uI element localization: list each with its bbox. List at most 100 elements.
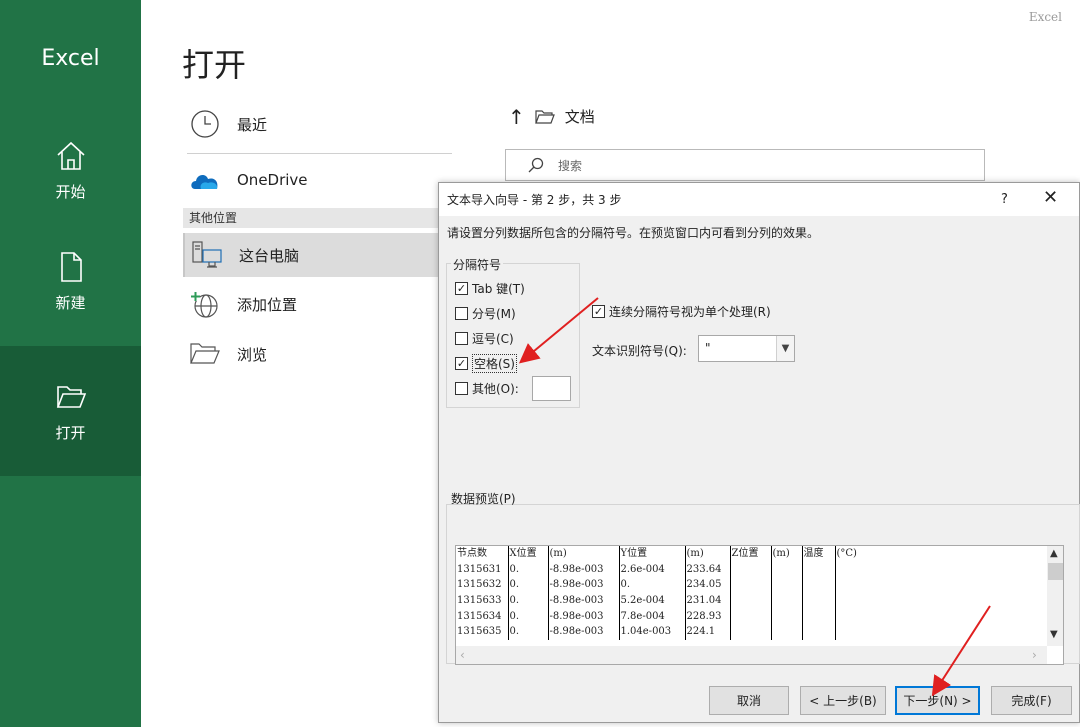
- folder-name[interactable]: 文档: [565, 106, 595, 127]
- place-add[interactable]: 添加位置: [183, 282, 449, 326]
- text-qualifier-select[interactable]: " ▼: [698, 335, 795, 362]
- preview-cell: 233.64: [684, 561, 730, 578]
- finish-button[interactable]: 完成(F): [991, 686, 1072, 715]
- preview-cell: 0.: [507, 624, 548, 641]
- nav-open[interactable]: 打开: [0, 346, 141, 476]
- preview-cell: [801, 608, 835, 625]
- comma-label: 逗号(C): [472, 332, 514, 346]
- preview-table: 节点数 X位置 (m) Y位置 (m) Z位置 (m) 温度 (°C) 1315631 0. -8.9…: [456, 546, 1063, 641]
- places-divider: [187, 153, 452, 154]
- preview-cell: [834, 608, 1063, 625]
- dialog-titlebar: 文本导入向导 - 第 2 步，共 3 步: [439, 183, 1079, 216]
- preview-cell: [770, 577, 802, 594]
- preview-cell: [834, 593, 1063, 609]
- preview-cell: 224.1: [684, 624, 730, 641]
- preview-cell: [801, 577, 835, 594]
- other-delimiter-option[interactable]: 其他(O):: [455, 380, 519, 397]
- preview-cell: [729, 624, 771, 641]
- clock-icon: [183, 109, 227, 139]
- preview-cell: [729, 608, 771, 625]
- preview-cell: [801, 624, 835, 641]
- preview-cell: (m): [684, 546, 730, 562]
- nav-new[interactable]: 新建: [0, 216, 141, 346]
- other-checkbox[interactable]: [455, 382, 468, 395]
- comma-delimiter-option[interactable]: 逗号(C): [455, 330, 514, 347]
- preview-cell: 5.2e-004: [618, 593, 685, 609]
- preview-cell: -8.98e-003: [547, 593, 619, 609]
- preview-cell: -8.98e-003: [547, 608, 619, 625]
- open-folder-icon: [56, 385, 86, 408]
- preview-cell: X位置: [507, 546, 548, 562]
- preview-cell: 0.: [618, 577, 685, 594]
- preview-cell: 温度: [801, 546, 835, 562]
- place-browse-label: 浏览: [237, 345, 268, 364]
- consecutive-checkbox[interactable]: ✓: [592, 305, 605, 318]
- space-checkbox[interactable]: ✓: [455, 357, 468, 370]
- nav-open-label: 打开: [55, 423, 86, 442]
- horizontal-scrollbar[interactable]: ‹ ›: [456, 646, 1047, 664]
- preview-row: 1315635 0. -8.98e-003 1.04e-003 224.1: [456, 624, 1063, 641]
- consecutive-delimiters-option[interactable]: ✓ 连续分隔符号视为单个处理(R): [592, 303, 771, 320]
- folder-icon: [534, 109, 555, 124]
- preview-cell: 0.: [507, 561, 548, 578]
- preview-cell: 0.: [507, 608, 548, 625]
- add-place-globe-icon: [183, 289, 227, 319]
- close-button[interactable]: ✕: [1043, 189, 1058, 207]
- vertical-scrollbar[interactable]: ▲ ▼: [1047, 546, 1063, 646]
- preview-cell: [834, 577, 1063, 594]
- search-placeholder: 搜索: [558, 158, 583, 173]
- tab-checkbox[interactable]: ✓: [455, 282, 468, 295]
- text-qualifier-label: 文本识别符号(Q):: [592, 344, 687, 358]
- chevron-down-icon[interactable]: ▼: [776, 336, 794, 361]
- folder-path-bar: ↑ 文档: [508, 106, 595, 127]
- data-preview[interactable]: 节点数 X位置 (m) Y位置 (m) Z位置 (m) 温度 (°C) 1315631 0. -8.9…: [455, 545, 1064, 665]
- preview-cell: -8.98e-003: [547, 577, 619, 594]
- scroll-thumb[interactable]: [1048, 563, 1063, 580]
- back-button[interactable]: < 上一步(B): [800, 686, 886, 715]
- other-delimiter-input[interactable]: [532, 376, 571, 401]
- app-brand: Excel: [41, 46, 100, 71]
- left-sidebar: Excel 开始 新建 打开: [0, 0, 141, 727]
- delimiters-legend: 分隔符号: [451, 256, 504, 273]
- preview-cell: 234.05: [684, 577, 730, 594]
- preview-cell: [770, 608, 802, 625]
- place-recent-label: 最近: [237, 115, 268, 134]
- search-input[interactable]: 搜索: [505, 149, 985, 181]
- cancel-button[interactable]: 取消: [709, 686, 789, 715]
- consecutive-label: 连续分隔符号视为单个处理(R): [609, 305, 771, 319]
- preview-cell: 1315633: [457, 595, 502, 607]
- search-icon: [528, 157, 544, 173]
- preview-cell: (m): [547, 546, 619, 562]
- help-button[interactable]: ?: [1001, 192, 1008, 207]
- place-this-pc[interactable]: 这台电脑: [183, 233, 449, 277]
- tab-delimiter-option[interactable]: ✓ Tab 键(T): [455, 280, 525, 297]
- next-button[interactable]: 下一步(N) >: [895, 686, 980, 715]
- comma-checkbox[interactable]: [455, 332, 468, 345]
- browse-folder-icon: [183, 341, 227, 367]
- place-add-label: 添加位置: [237, 295, 298, 314]
- space-delimiter-option[interactable]: ✓ 空格(S): [455, 354, 517, 373]
- preview-cell: (m): [770, 546, 802, 562]
- scroll-right-icon[interactable]: ›: [1032, 648, 1037, 662]
- preview-cell: Y位置: [618, 546, 685, 562]
- preview-cell: 1315635: [457, 626, 502, 638]
- scroll-up-icon[interactable]: ▲: [1050, 548, 1058, 559]
- preview-cell: [729, 577, 771, 594]
- scroll-left-icon[interactable]: ‹: [460, 648, 465, 662]
- place-recent[interactable]: 最近: [183, 102, 449, 146]
- up-arrow-icon[interactable]: ↑: [508, 107, 525, 127]
- place-onedrive[interactable]: OneDrive: [183, 158, 449, 202]
- preview-cell: [729, 593, 771, 609]
- preview-cell: (°C): [834, 546, 1063, 562]
- onedrive-cloud-icon: [183, 169, 227, 191]
- semicolon-delimiter-option[interactable]: 分号(M): [455, 305, 516, 322]
- place-browse[interactable]: 浏览: [183, 332, 449, 376]
- preview-cell: [801, 593, 835, 609]
- place-this-pc-label: 这台电脑: [239, 246, 300, 265]
- nav-new-label: 新建: [55, 293, 86, 312]
- preview-cell: 0.: [507, 577, 548, 594]
- semicolon-checkbox[interactable]: [455, 307, 468, 320]
- scroll-down-icon[interactable]: ▼: [1050, 629, 1058, 640]
- preview-cell: [834, 624, 1063, 641]
- other-label: 其他(O):: [472, 382, 519, 396]
